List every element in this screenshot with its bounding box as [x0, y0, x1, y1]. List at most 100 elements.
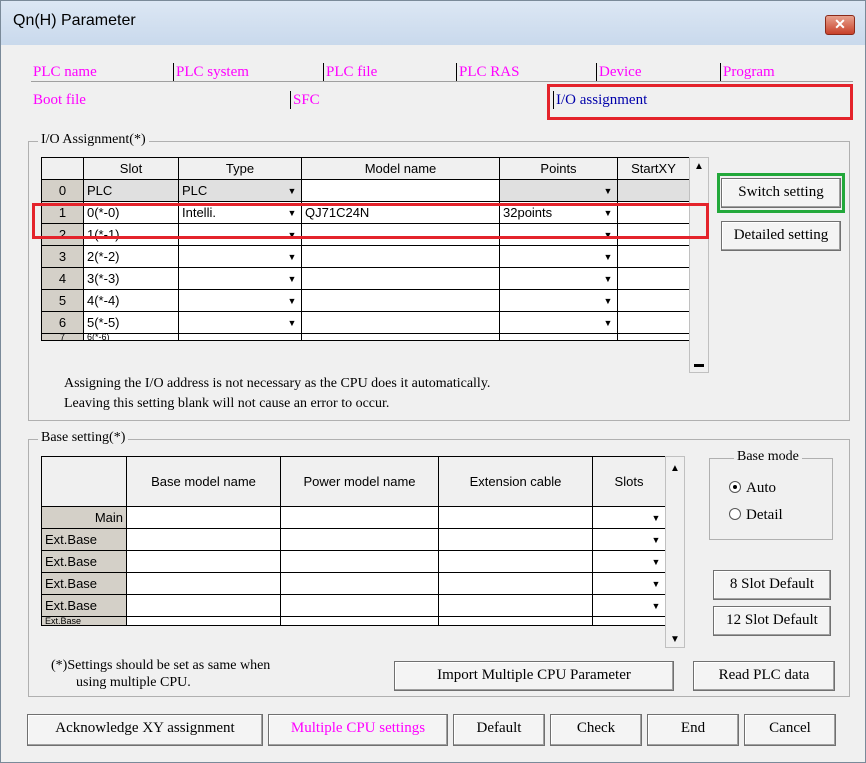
acknowledge-xy-assignment-button[interactable]: Acknowledge XY assignment: [27, 714, 263, 746]
tab-sfc[interactable]: SFC: [290, 91, 320, 109]
scroll-up-icon[interactable]: ▲: [690, 161, 708, 172]
dropdown-arrow-icon[interactable]: ▼: [649, 577, 663, 591]
base-row-label[interactable]: Ext.Base: [41, 550, 127, 573]
extension-cable-cell[interactable]: [438, 528, 593, 551]
row-number[interactable]: 4: [41, 267, 84, 290]
base-row-label[interactable]: Ext.Base: [41, 572, 127, 595]
io-table-scrollbar[interactable]: ▲ ▬: [689, 157, 709, 373]
power-model-cell[interactable]: [280, 506, 439, 529]
tab-boot-file[interactable]: Boot file: [33, 91, 86, 109]
points-cell[interactable]: ▼: [499, 245, 618, 268]
power-model-cell[interactable]: [280, 528, 439, 551]
startxy-cell[interactable]: [617, 179, 690, 202]
end-button[interactable]: End: [647, 714, 739, 746]
dropdown-arrow-icon[interactable]: ▼: [285, 272, 299, 286]
multiple-cpu-settings-button[interactable]: Multiple CPU settings: [268, 714, 448, 746]
type-cell[interactable]: ▼: [178, 289, 302, 312]
startxy-cell[interactable]: [617, 267, 690, 290]
points-cell[interactable]: ▼: [499, 289, 618, 312]
type-cell[interactable]: ▼: [178, 245, 302, 268]
type-cell[interactable]: ▼: [178, 311, 302, 334]
base-table-scrollbar[interactable]: ▲ ▼: [665, 456, 685, 648]
tab-program[interactable]: Program: [720, 63, 775, 81]
base-model-cell[interactable]: [126, 550, 281, 573]
model-cell[interactable]: [301, 333, 500, 341]
base-model-cell[interactable]: [126, 572, 281, 595]
check-button[interactable]: Check: [550, 714, 642, 746]
dropdown-arrow-icon[interactable]: ▼: [649, 555, 663, 569]
dropdown-arrow-icon[interactable]: ▼: [601, 272, 615, 286]
default-button[interactable]: Default: [453, 714, 545, 746]
slots-cell[interactable]: [592, 616, 666, 626]
tab-plc-file[interactable]: PLC file: [323, 63, 377, 81]
read-plc-data-button[interactable]: Read PLC data: [693, 661, 835, 691]
type-cell[interactable]: PLC ▼: [178, 179, 302, 202]
scroll-down-icon[interactable]: ▼: [666, 634, 684, 645]
row-number[interactable]: 6: [41, 311, 84, 334]
dropdown-arrow-icon[interactable]: ▼: [649, 511, 663, 525]
base-model-cell[interactable]: [126, 528, 281, 551]
dropdown-arrow-icon[interactable]: ▼: [601, 250, 615, 264]
detailed-setting-button[interactable]: Detailed setting: [721, 221, 841, 251]
8-slot-default-button[interactable]: 8 Slot Default: [713, 570, 831, 600]
auto-radio[interactable]: Auto: [729, 480, 776, 497]
extension-cable-cell[interactable]: [438, 572, 593, 595]
points-cell[interactable]: ▼: [499, 179, 618, 202]
12-slot-default-button[interactable]: 12 Slot Default: [713, 606, 831, 636]
model-cell[interactable]: [301, 179, 500, 202]
startxy-cell[interactable]: [617, 245, 690, 268]
extension-cable-cell[interactable]: [438, 550, 593, 573]
row-number[interactable]: 3: [41, 245, 84, 268]
import-multiple-cpu-parameter-button[interactable]: Import Multiple CPU Parameter: [394, 661, 674, 691]
dropdown-arrow-icon[interactable]: ▼: [601, 184, 615, 198]
base-row-label[interactable]: Ext.Base: [41, 616, 127, 626]
points-cell[interactable]: ▼: [499, 311, 618, 334]
power-model-cell[interactable]: [280, 616, 439, 626]
base-model-cell[interactable]: [126, 594, 281, 617]
base-model-cell[interactable]: [126, 616, 281, 626]
extension-cable-cell[interactable]: [438, 506, 593, 529]
startxy-cell[interactable]: [617, 311, 690, 334]
startxy-cell[interactable]: [617, 333, 690, 341]
extension-cable-cell[interactable]: [438, 594, 593, 617]
dropdown-arrow-icon[interactable]: ▼: [285, 250, 299, 264]
slots-cell[interactable]: ▼: [592, 506, 666, 529]
base-row-label[interactable]: Main: [41, 506, 127, 529]
dropdown-arrow-icon[interactable]: ▼: [649, 533, 663, 547]
dropdown-arrow-icon[interactable]: ▼: [601, 294, 615, 308]
detail-radio[interactable]: Detail: [729, 507, 783, 524]
type-cell[interactable]: [178, 333, 302, 341]
base-model-cell[interactable]: [126, 506, 281, 529]
slots-cell[interactable]: ▼: [592, 594, 666, 617]
extension-cable-cell[interactable]: [438, 616, 593, 626]
points-cell[interactable]: [499, 333, 618, 341]
startxy-cell[interactable]: [617, 289, 690, 312]
slots-cell[interactable]: ▼: [592, 550, 666, 573]
points-cell[interactable]: ▼: [499, 267, 618, 290]
model-cell[interactable]: [301, 311, 500, 334]
dropdown-arrow-icon[interactable]: ▼: [285, 316, 299, 330]
base-row-label[interactable]: Ext.Base: [41, 528, 127, 551]
row-number[interactable]: 5: [41, 289, 84, 312]
close-button[interactable]: ✕: [825, 15, 855, 35]
slots-cell[interactable]: ▼: [592, 528, 666, 551]
slots-cell[interactable]: ▼: [592, 572, 666, 595]
model-cell[interactable]: [301, 289, 500, 312]
dropdown-arrow-icon[interactable]: ▼: [649, 599, 663, 613]
power-model-cell[interactable]: [280, 594, 439, 617]
tab-plc-ras[interactable]: PLC RAS: [456, 63, 519, 81]
title-bar[interactable]: Qn(H) Parameter ✕: [1, 1, 865, 45]
tab-plc-system[interactable]: PLC system: [173, 63, 249, 81]
type-cell[interactable]: ▼: [178, 267, 302, 290]
row-number[interactable]: 0: [41, 179, 84, 202]
dropdown-arrow-icon[interactable]: ▼: [285, 294, 299, 308]
power-model-cell[interactable]: [280, 572, 439, 595]
dropdown-arrow-icon[interactable]: ▼: [285, 184, 299, 198]
scroll-down-icon[interactable]: ▬: [690, 359, 708, 370]
tab-plc-name[interactable]: PLC name: [33, 63, 97, 81]
dropdown-arrow-icon[interactable]: ▼: [601, 316, 615, 330]
scroll-up-icon[interactable]: ▲: [666, 463, 684, 474]
row-number[interactable]: 7: [41, 333, 84, 341]
power-model-cell[interactable]: [280, 550, 439, 573]
cancel-button[interactable]: Cancel: [744, 714, 836, 746]
